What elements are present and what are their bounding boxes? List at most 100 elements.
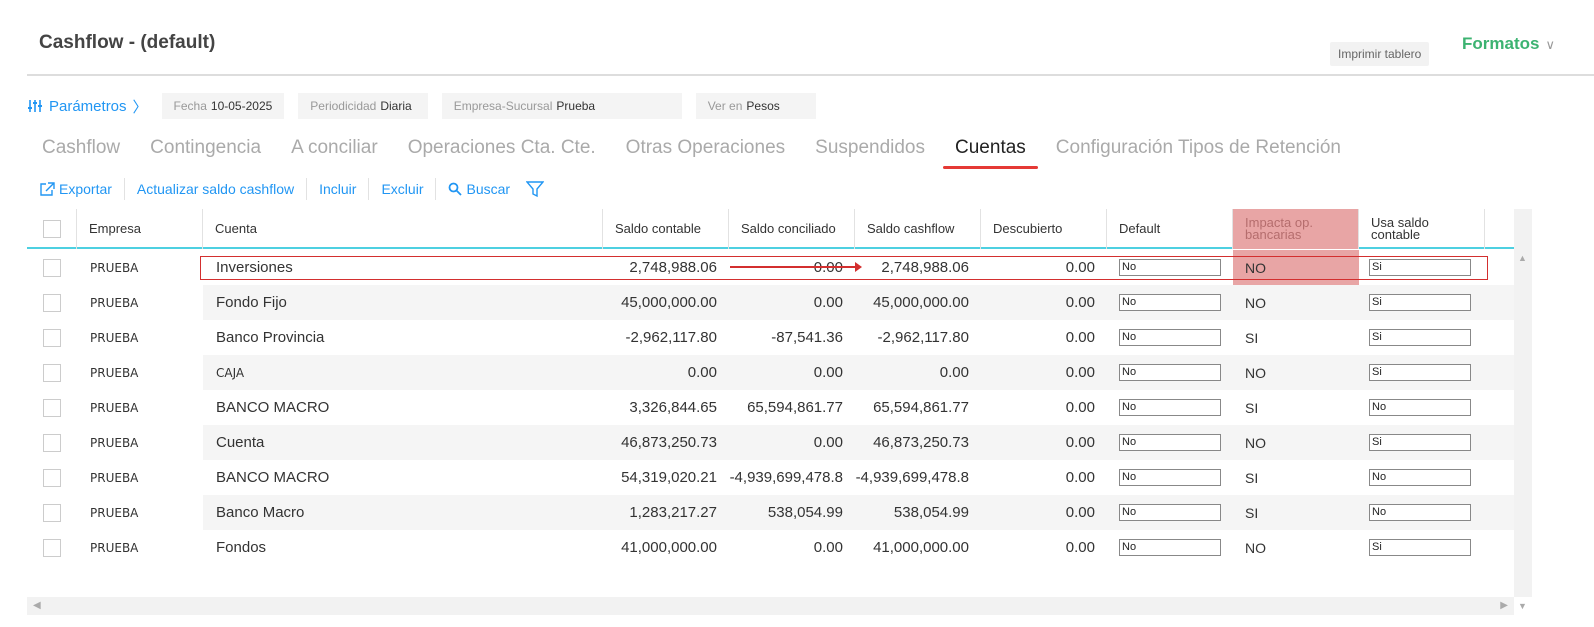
cell-impacta-op-bancarias: SI — [1245, 329, 1259, 346]
col-header-default[interactable]: Default — [1107, 209, 1233, 249]
col-header-saldo-contable[interactable]: Saldo contable — [603, 209, 729, 249]
empresa-sucursal-value: Prueba — [556, 99, 596, 113]
cell-usa-saldo-contable: Si — [1359, 355, 1485, 390]
scroll-down-icon[interactable]: ▼ — [1514, 597, 1532, 615]
default-select[interactable]: No — [1119, 364, 1221, 381]
tab-operaciones-cta-cte[interactable]: Operaciones Cta. Cte. — [408, 137, 596, 167]
ver-en-value: Pesos — [746, 99, 780, 113]
cell-empresa: PRUEBA — [77, 355, 203, 390]
col-header-impacta-op-bancarias[interactable]: Impacta op. bancarias — [1233, 209, 1359, 249]
table-row[interactable]: PRUEBA Banco Provincia -2,962,117.80 -87,54… — [27, 320, 1514, 355]
row-select-cell — [27, 495, 77, 530]
cell-saldo-cashflow: 46,873,250.73 — [873, 434, 969, 451]
table-row[interactable]: PRUEBA Fondos 41,000,000.00 0.00 41,000,000.… — [27, 530, 1514, 565]
tab-cashflow[interactable]: Cashflow — [42, 137, 120, 167]
default-select[interactable]: No — [1119, 434, 1221, 451]
row-checkbox[interactable] — [43, 468, 61, 487]
cell-cuenta: BANCO MACRO — [216, 399, 330, 416]
actualizar-saldo-cashflow-button[interactable]: Actualizar saldo cashflow — [125, 178, 308, 200]
col-header-empresa[interactable]: Empresa — [77, 209, 203, 249]
formatos-dropdown[interactable]: Formatos ∨ — [1462, 34, 1555, 54]
default-select[interactable]: No — [1119, 539, 1221, 556]
row-checkbox[interactable] — [43, 363, 61, 382]
vertical-scrollbar[interactable]: ▲ — [1514, 209, 1532, 597]
select-all-checkbox[interactable] — [42, 220, 61, 238]
tab-a-conciliar[interactable]: A conciliar — [291, 137, 378, 167]
filter-icon[interactable] — [526, 180, 545, 198]
scroll-up-icon[interactable]: ▲ — [1518, 253, 1527, 263]
tab-contingencia[interactable]: Contingencia — [150, 137, 261, 167]
default-select[interactable]: No — [1119, 294, 1221, 311]
cell-empresa: PRUEBA — [77, 425, 203, 460]
usa-saldo-contable-select[interactable]: Si — [1369, 294, 1471, 311]
default-select[interactable]: No — [1119, 469, 1221, 486]
table-row[interactable]: PRUEBA CAJA 0.00 0.00 0.00 0.00 No NO Si — [27, 355, 1514, 390]
empresa-sucursal-filter[interactable]: Empresa-Sucursal Prueba — [441, 93, 682, 119]
col-header-saldo-conciliado[interactable]: Saldo conciliado — [729, 209, 855, 249]
fecha-filter[interactable]: Fecha 10-05-2025 — [161, 93, 285, 119]
table-row[interactable]: PRUEBA Cuenta 46,873,250.73 0.00 46,873,250.… — [27, 425, 1514, 460]
parametros-link[interactable]: Parámetros 〉 — [27, 96, 148, 117]
row-checkbox[interactable] — [43, 538, 61, 557]
select-all-cell — [27, 209, 77, 249]
print-dashboard-button[interactable]: Imprimir tablero — [1330, 42, 1430, 66]
usa-saldo-contable-select[interactable]: Si — [1369, 434, 1471, 451]
excluir-button[interactable]: Excluir — [369, 178, 437, 200]
row-checkbox[interactable] — [43, 503, 61, 522]
table-row[interactable]: PRUEBA BANCO MACRO 3,326,844.65 65,594,861.… — [27, 390, 1514, 425]
scroll-left-icon[interactable]: ◀ — [33, 600, 41, 611]
row-checkbox[interactable] — [43, 328, 61, 347]
usa-saldo-contable-select[interactable]: Si — [1369, 259, 1471, 276]
col-header-saldo-cashflow[interactable]: Saldo cashflow — [855, 209, 981, 249]
table-row[interactable]: PRUEBA BANCO MACRO 54,319,020.21 -4,939,699… — [27, 460, 1514, 495]
cell-saldo-conciliado: -87,541.36 — [771, 329, 843, 346]
tab-suspendidos[interactable]: Suspendidos — [815, 137, 925, 167]
tab-configuracion-tipos-retencion[interactable]: Configuración Tipos de Retención — [1056, 137, 1341, 167]
row-checkbox[interactable] — [43, 398, 61, 417]
cell-saldo-contable: 0.00 — [687, 364, 717, 381]
ver-en-filter[interactable]: Ver en Pesos — [695, 93, 816, 119]
buscar-button[interactable]: Buscar — [436, 178, 556, 200]
default-select[interactable]: No — [1119, 329, 1221, 346]
cell-usa-saldo-contable: No — [1359, 495, 1485, 530]
incluir-button[interactable]: Incluir — [307, 178, 370, 200]
cell-impacta-op-bancarias: NO — [1245, 434, 1266, 451]
table-row[interactable]: PRUEBA Fondo Fijo 45,000,000.00 0.00 45,000,… — [27, 285, 1514, 320]
table-row[interactable]: PRUEBA Banco Macro 1,283,217.27 538,054.99 5… — [27, 495, 1514, 530]
tab-bar: Cashflow Contingencia A conciliar Operac… — [42, 137, 1371, 169]
cell-impacta-op-bancarias: SI — [1245, 399, 1259, 416]
row-select-cell — [27, 355, 77, 390]
col-header-descubierto[interactable]: Descubierto — [981, 209, 1107, 249]
horizontal-scrollbar[interactable]: ◀ ▶ — [27, 597, 1514, 615]
chevron-right-icon: 〉 — [132, 98, 148, 116]
default-select[interactable]: No — [1119, 399, 1221, 416]
tab-otras-operaciones[interactable]: Otras Operaciones — [626, 137, 785, 167]
usa-saldo-contable-select[interactable]: Si — [1369, 329, 1471, 346]
row-checkbox[interactable] — [43, 258, 61, 277]
scroll-right-icon[interactable]: ▶ — [1500, 600, 1508, 611]
row-select-cell — [27, 530, 77, 565]
exportar-button[interactable]: Exportar — [27, 178, 125, 200]
periodicidad-filter[interactable]: Periodicidad Diaria — [298, 93, 428, 119]
default-select[interactable]: No — [1119, 504, 1221, 521]
usa-saldo-contable-select[interactable]: No — [1369, 504, 1471, 521]
empresa-sucursal-label: Empresa-Sucursal — [453, 99, 553, 113]
cell-empresa: PRUEBA — [90, 330, 139, 345]
row-select-cell — [27, 250, 77, 285]
usa-saldo-contable-select[interactable]: Si — [1369, 539, 1471, 556]
cell-saldo-cashflow: 65,594,861.77 — [873, 399, 969, 416]
tab-cuentas[interactable]: Cuentas — [943, 137, 1038, 169]
col-header-usa-saldo-contable[interactable]: Usa saldo contable — [1359, 209, 1485, 249]
default-select[interactable]: No — [1119, 259, 1221, 276]
ver-en-label: Ver en — [707, 99, 743, 113]
cell-usa-saldo-contable: No — [1359, 390, 1485, 425]
row-checkbox[interactable] — [43, 433, 61, 452]
cell-saldo-conciliado: -4,939,699,478.8 — [729, 469, 843, 486]
cell-cuenta: Inversiones — [216, 259, 293, 276]
row-checkbox[interactable] — [43, 293, 61, 312]
usa-saldo-contable-select[interactable]: No — [1369, 399, 1471, 416]
cell-saldo-contable: -2,962,117.80 — [625, 329, 717, 346]
usa-saldo-contable-select[interactable]: Si — [1369, 364, 1471, 381]
col-header-cuenta[interactable]: Cuenta — [203, 209, 603, 249]
usa-saldo-contable-select[interactable]: No — [1369, 469, 1471, 486]
